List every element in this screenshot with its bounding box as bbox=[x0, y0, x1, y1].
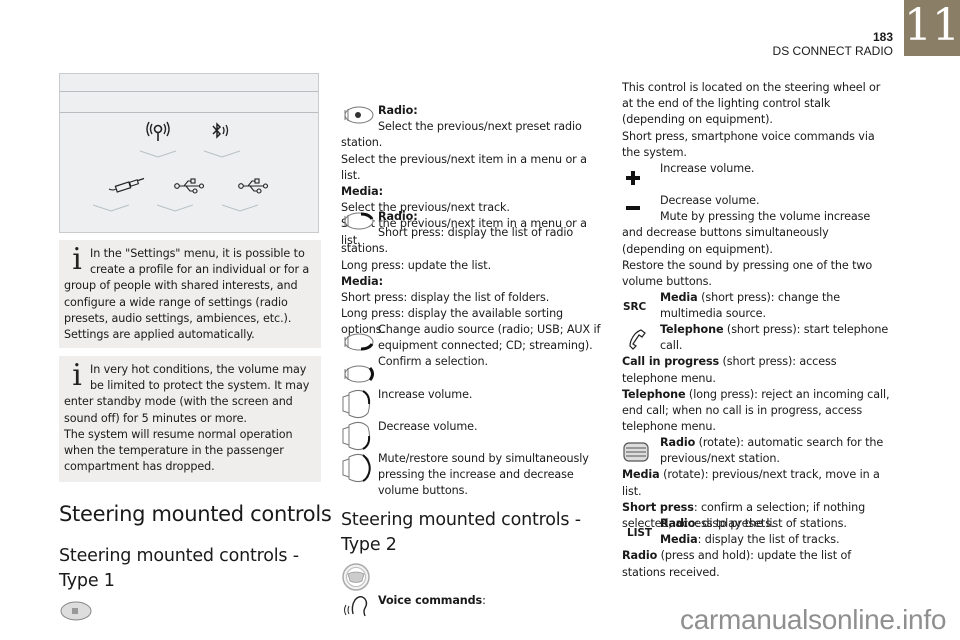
info-text: In the "Settings" menu, it is possible t… bbox=[64, 247, 310, 342]
intro-text-short-press: Short press, smartphone voice commands v… bbox=[622, 129, 875, 159]
section-title: DS CONNECT RADIO bbox=[772, 44, 893, 58]
control-item-upper-button: Radio: Short press: display the list of … bbox=[341, 210, 574, 337]
bluetooth-audio-icon bbox=[212, 122, 229, 139]
page-number: 183 bbox=[872, 30, 893, 44]
control-item-volume-up: Increase volume. bbox=[341, 387, 606, 419]
chevron-down-icon bbox=[93, 204, 129, 212]
chevron-down-icon bbox=[204, 150, 240, 158]
subsection-heading-type1: Steering mounted controls - Type 1 bbox=[59, 546, 299, 591]
control-item-volume-down: Decrease volume. bbox=[341, 419, 606, 451]
minus-icon bbox=[626, 206, 640, 210]
chevron-down-icon bbox=[157, 204, 193, 212]
info-icon: i bbox=[72, 242, 82, 277]
steering-wheel-icon bbox=[342, 563, 370, 591]
section-heading: Steering mounted controls bbox=[59, 502, 332, 526]
control-item-mute: Mute/restore sound by simultaneously pre… bbox=[341, 451, 606, 500]
chevron-down-icon bbox=[140, 150, 176, 158]
src-item: SRC Media (short press): change the mult… bbox=[623, 291, 841, 321]
thumbwheel-icon bbox=[623, 442, 649, 462]
info-text: The system will resume normal operation … bbox=[64, 427, 293, 474]
control-item-end-button: Confirm a selection. bbox=[341, 354, 606, 383]
info-box-settings: i In the "Settings" menu, it is possible… bbox=[59, 240, 321, 348]
info-text: In very hot conditions, the volume may b… bbox=[64, 363, 310, 425]
usb-icon bbox=[238, 178, 268, 194]
volume-down-control-icon bbox=[342, 421, 371, 451]
subsection-heading-type2: Steering mounted controls - Type 2 bbox=[341, 510, 581, 555]
aux-jack-icon bbox=[108, 177, 145, 193]
voice-command-icon bbox=[344, 596, 368, 617]
chevron-down-icon bbox=[222, 204, 258, 212]
control-item-lower-button: Change audio source (radio; USB; AUX if … bbox=[341, 322, 606, 354]
list-item: LIST Radio: display the list of stations… bbox=[622, 517, 852, 579]
telephone-item: Telephone (short press): start telephone… bbox=[622, 323, 890, 434]
audio-sources-figure bbox=[59, 73, 319, 233]
steering-control-unit-icon bbox=[60, 601, 92, 621]
intro-text-location: This control is located on the steering … bbox=[622, 81, 881, 127]
minus-item: Decrease volume. Mute by pressing the vo… bbox=[622, 194, 873, 289]
radio-antenna-icon bbox=[146, 121, 170, 141]
info-icon: i bbox=[72, 358, 82, 393]
telephone-icon bbox=[629, 329, 646, 350]
watermark: carmanualsonline.info bbox=[680, 604, 947, 635]
volume-up-control-icon bbox=[342, 389, 371, 419]
chapter-tab: 11 bbox=[904, 0, 960, 56]
steering-control-end-button-icon bbox=[344, 365, 374, 383]
list-button-label: LIST bbox=[627, 527, 652, 539]
steering-control-thumbwheel-icon bbox=[344, 106, 374, 124]
steering-control-upper-button-icon bbox=[344, 212, 374, 230]
volume-both-control-icon bbox=[342, 453, 371, 483]
info-box-heat: i In very hot conditions, the volume may… bbox=[59, 356, 321, 482]
right-intro: This control is located on the steering … bbox=[622, 80, 892, 161]
plus-icon bbox=[626, 171, 640, 185]
steering-control-lower-button-icon bbox=[344, 333, 374, 351]
plus-item: Increase volume. bbox=[622, 161, 892, 193]
usb-icon bbox=[174, 178, 204, 194]
voice-commands-item: Voice commands: bbox=[341, 593, 606, 617]
src-button-label: SRC bbox=[623, 301, 647, 313]
